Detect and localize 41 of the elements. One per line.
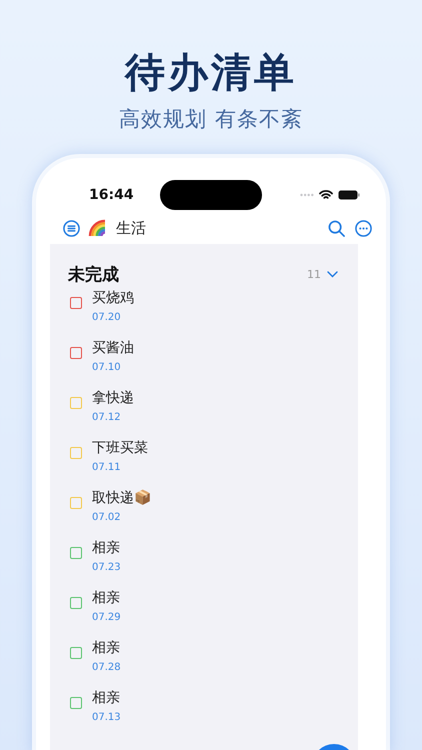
task-title: 买酱油 bbox=[92, 339, 134, 358]
task-checkbox[interactable] bbox=[70, 497, 82, 509]
battery-icon bbox=[338, 190, 360, 200]
task-checkbox[interactable] bbox=[70, 447, 82, 459]
task-date: 07.02 bbox=[92, 511, 122, 525]
task-checkbox[interactable] bbox=[70, 597, 82, 609]
task-checkbox[interactable] bbox=[70, 547, 82, 559]
task-date: 07.11 bbox=[92, 461, 122, 475]
task-title: 相亲 bbox=[92, 689, 121, 708]
task-title: 相亲 bbox=[92, 539, 121, 558]
signal-icon bbox=[300, 193, 314, 197]
task-date: 07.23 bbox=[92, 561, 121, 575]
task-title: 买烧鸡 bbox=[92, 289, 134, 308]
task-title: 拿快递 bbox=[92, 389, 134, 408]
task-title: 取快递📦 bbox=[92, 488, 151, 508]
task-title: 相亲 bbox=[92, 589, 121, 608]
menu-icon[interactable] bbox=[63, 220, 80, 236]
section-title: 未完成 bbox=[68, 264, 120, 286]
wifi-icon bbox=[319, 190, 333, 200]
task-checkbox[interactable] bbox=[70, 297, 82, 309]
search-icon[interactable] bbox=[328, 220, 345, 236]
subtitle: 高效规划 有条不紊 bbox=[119, 106, 303, 133]
rainbow-icon bbox=[88, 219, 107, 237]
task-date: 07.10 bbox=[92, 361, 122, 375]
task-date: 07.20 bbox=[92, 311, 122, 325]
task-count: 11 bbox=[307, 268, 321, 280]
task-checkbox[interactable] bbox=[70, 397, 82, 409]
status-time: 16:44 bbox=[88, 187, 135, 203]
chevron-icon[interactable] bbox=[327, 270, 338, 278]
task-checkbox[interactable] bbox=[70, 647, 82, 659]
task-checkbox[interactable] bbox=[70, 347, 82, 359]
task-title: 相亲 bbox=[92, 639, 121, 658]
task-date: 07.13 bbox=[92, 711, 121, 725]
task-title: 下班买菜 bbox=[92, 439, 148, 458]
task-date: 07.29 bbox=[92, 611, 121, 625]
task-date: 07.12 bbox=[92, 411, 122, 425]
task-date: 07.28 bbox=[92, 661, 121, 675]
headline: 待办清单 bbox=[125, 49, 297, 98]
task-checkbox[interactable] bbox=[70, 697, 82, 709]
more-icon[interactable] bbox=[355, 220, 372, 236]
list-title: 生活 bbox=[116, 218, 146, 238]
